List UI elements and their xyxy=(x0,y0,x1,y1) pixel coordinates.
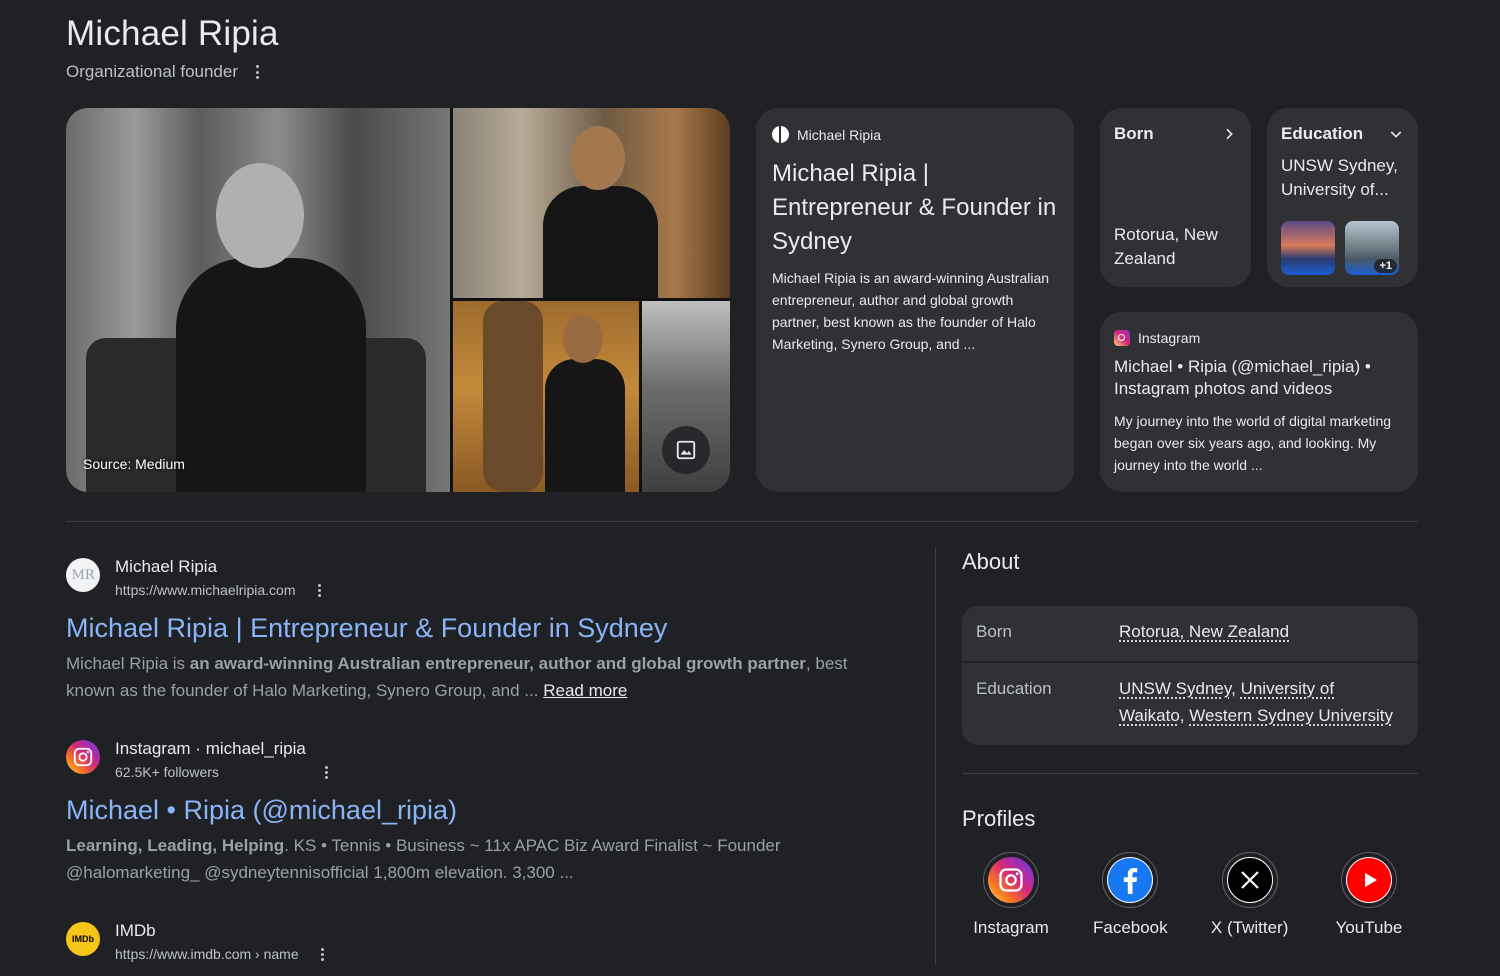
profiles-list: Instagram Facebook X (Twitter) YouTube xyxy=(962,852,1418,938)
profile-facebook[interactable]: Facebook xyxy=(1081,852,1179,938)
education-card[interactable]: Education UNSW Sydney, University of... … xyxy=(1267,108,1418,287)
profiles-heading: Profiles xyxy=(962,806,1036,831)
instagram-icon xyxy=(66,740,100,774)
subtitle-text: Organizational founder xyxy=(66,62,239,81)
result-url[interactable]: https://www.michaelripia.com xyxy=(115,578,296,602)
card-source: Michael Ripia xyxy=(772,126,1058,143)
result-title-link[interactable]: Michael Ripia | Entrepreneur & Founder i… xyxy=(66,610,667,646)
more-options-icon[interactable] xyxy=(317,583,322,597)
result-title-link[interactable]: Michael • Ripia (@michael_ripia) xyxy=(66,792,457,828)
profile-instagram[interactable]: Instagram xyxy=(962,852,1060,938)
instagram-icon xyxy=(988,857,1034,903)
card-site-name: Instagram xyxy=(1138,330,1201,346)
image-collage[interactable]: Source: Medium xyxy=(66,108,730,492)
knowledge-panel-page: Michael Ripia Organizational founder Sou… xyxy=(0,0,1500,976)
imdb-icon: IMDb xyxy=(66,922,100,956)
site-favicon-icon xyxy=(772,126,789,143)
profile-youtube[interactable]: YouTube xyxy=(1320,852,1418,938)
section-divider xyxy=(962,773,1418,774)
education-thumbnail[interactable]: +1 xyxy=(1345,221,1399,275)
profile-label: Instagram xyxy=(973,918,1049,937)
site-favicon-icon: MR xyxy=(66,558,100,592)
main-photo[interactable]: Source: Medium xyxy=(66,108,450,492)
web-result-card[interactable]: Michael Ripia Michael Ripia | Entreprene… xyxy=(756,108,1074,492)
more-options-icon[interactable] xyxy=(256,65,260,79)
about-row-education: Education UNSW Sydney, University of Wai… xyxy=(962,661,1418,745)
instagram-icon xyxy=(1114,330,1130,346)
result-followers: 62.5K+ followers xyxy=(115,764,219,780)
result-site-name[interactable]: IMDb xyxy=(115,920,325,942)
education-link[interactable]: UNSW Sydney xyxy=(1119,679,1231,698)
about-label: Born xyxy=(976,622,1012,641)
image-source-label: Source: Medium xyxy=(83,456,185,472)
facebook-icon xyxy=(1107,857,1154,903)
education-card-label: Education xyxy=(1281,124,1364,143)
about-value: Rotorua, New Zealand xyxy=(1119,618,1289,645)
result-site-name[interactable]: Michael Ripia xyxy=(115,556,322,578)
profile-x-twitter[interactable]: X (Twitter) xyxy=(1201,852,1299,938)
chevron-right-icon xyxy=(1226,128,1233,140)
card-snippet: My journey into the world of digital mar… xyxy=(1114,413,1392,473)
card-snippet: Michael Ripia is an award-winning Austra… xyxy=(772,270,1050,352)
born-place-link[interactable]: Rotorua, New Zealand xyxy=(1119,622,1289,641)
page-title: Michael Ripia xyxy=(66,14,279,53)
instagram-card[interactable]: Instagram Michael • Ripia (@michael_ripi… xyxy=(1100,312,1418,492)
photo-bottom-middle[interactable] xyxy=(453,301,639,492)
about-label: Education xyxy=(976,679,1052,698)
more-images-button[interactable] xyxy=(662,426,710,474)
result-snippet: Michael Ripia is an award-winning Austra… xyxy=(66,650,886,704)
more-options-icon[interactable] xyxy=(320,947,325,961)
snippet-highlight: an award-winning Australian entrepreneur… xyxy=(189,654,806,673)
x-icon xyxy=(1226,857,1273,903)
search-result: IMDb IMDb https://www.imdb.com › name xyxy=(66,920,886,966)
card-title[interactable]: Michael • Ripia (@michael_ripia) • Insta… xyxy=(1114,356,1404,400)
page-subtitle: Organizational founder xyxy=(66,62,260,82)
image-icon xyxy=(676,440,696,460)
result-snippet: Learning, Leading, Helping. KS • Tennis … xyxy=(66,832,886,886)
snippet-highlight: Learning, Leading, Helping xyxy=(66,836,285,855)
born-card-value: Rotorua, New Zealand xyxy=(1114,225,1218,268)
search-result: MR Michael Ripia https://www.michaelripi… xyxy=(66,556,886,704)
youtube-icon xyxy=(1345,857,1392,903)
result-site-name[interactable]: Instagram · michael_ripia xyxy=(115,738,329,760)
more-count-badge: +1 xyxy=(1374,259,1397,273)
born-card[interactable]: Born Rotorua, New Zealand xyxy=(1100,108,1251,287)
profile-label: YouTube xyxy=(1335,918,1403,937)
search-result: Instagram · michael_ripia 62.5K+ followe… xyxy=(66,738,886,886)
section-divider xyxy=(66,521,1418,522)
result-url-row: https://www.imdb.com › name xyxy=(115,942,325,966)
education-link[interactable]: Western Sydney University xyxy=(1189,706,1393,725)
result-url-row: https://www.michaelripia.com xyxy=(115,578,322,602)
photo-top-right[interactable] xyxy=(453,108,730,298)
chevron-down-icon xyxy=(1390,131,1402,138)
about-heading: About xyxy=(962,549,1020,574)
profile-label: X (Twitter) xyxy=(1210,918,1289,937)
card-source: Instagram xyxy=(1114,330,1404,346)
snippet-text: Michael Ripia is xyxy=(66,654,190,673)
result-url[interactable]: https://www.imdb.com › name xyxy=(115,942,299,966)
education-card-value: UNSW Sydney, University of... xyxy=(1281,156,1398,199)
card-site-name: Michael Ripia xyxy=(797,126,882,143)
column-divider xyxy=(935,547,936,964)
born-card-label: Born xyxy=(1114,124,1154,143)
more-options-icon[interactable] xyxy=(324,765,329,779)
result-url-row: 62.5K+ followers xyxy=(115,760,329,784)
education-thumbnail[interactable] xyxy=(1281,221,1335,275)
read-more-link[interactable]: Read more xyxy=(543,681,627,700)
about-row-born: Born Rotorua, New Zealand xyxy=(962,606,1418,661)
card-title[interactable]: Michael Ripia | Entrepreneur & Founder i… xyxy=(772,157,1058,259)
about-value: UNSW Sydney, University of Waikato, West… xyxy=(1119,679,1393,725)
about-table: Born Rotorua, New Zealand Education UNSW… xyxy=(962,606,1418,745)
profile-label: Facebook xyxy=(1092,918,1168,937)
